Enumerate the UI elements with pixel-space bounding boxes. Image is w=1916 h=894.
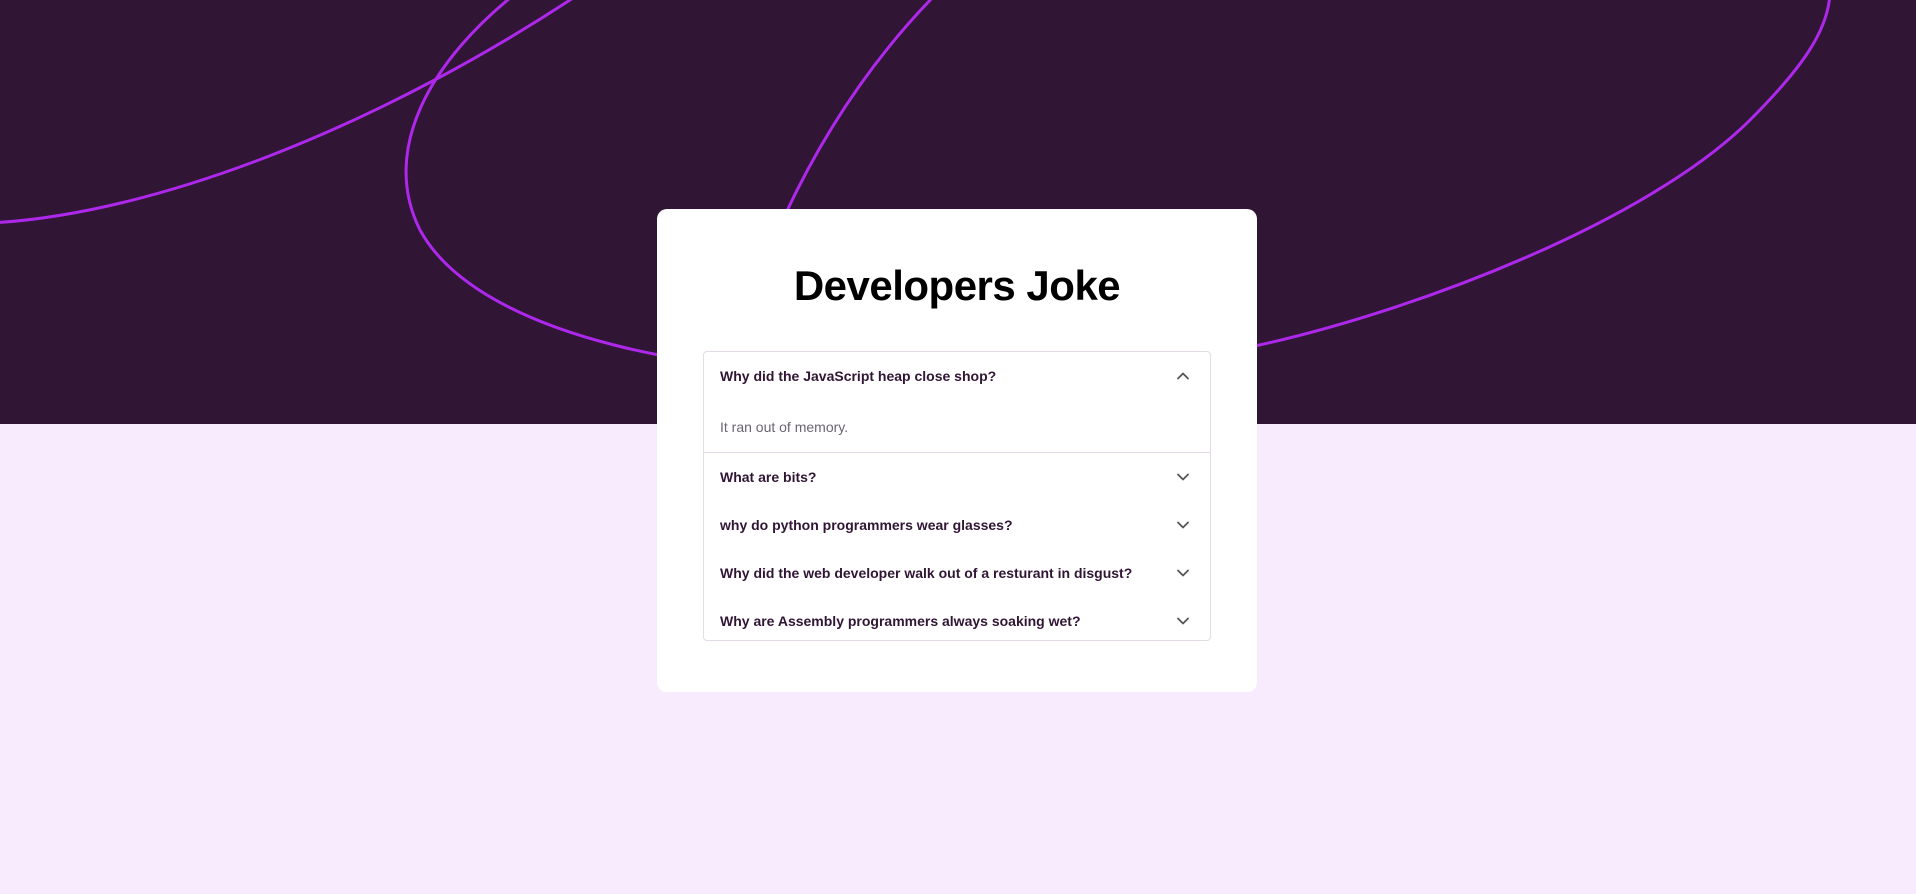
faq-item[interactable]: Why are Assembly programmers always soak… xyxy=(704,597,1210,645)
faq-question[interactable]: Why did the JavaScript heap close shop? xyxy=(720,367,996,385)
faq-question[interactable]: What are bits? xyxy=(720,468,816,486)
faq-accordion: Why did the JavaScript heap close shop? … xyxy=(703,351,1211,641)
chevron-down-icon[interactable] xyxy=(1176,518,1190,532)
chevron-down-icon[interactable] xyxy=(1176,566,1190,580)
faq-answer: It ran out of memory. xyxy=(720,419,849,435)
faq-item[interactable]: What are bits? xyxy=(704,453,1210,501)
page-title: Developers Joke xyxy=(793,262,1121,309)
faq-question[interactable]: why do python programmers wear glasses? xyxy=(720,516,1013,534)
faq-item[interactable]: why do python programmers wear glasses? xyxy=(704,501,1210,549)
chevron-down-icon[interactable] xyxy=(1176,470,1190,484)
faq-question[interactable]: Why did the web developer walk out of a … xyxy=(720,564,1132,582)
faq-item[interactable]: Why did the JavaScript heap close shop? … xyxy=(704,352,1210,453)
page: Developers Joke Why did the JavaScript h… xyxy=(0,0,1916,894)
chevron-up-icon[interactable] xyxy=(1176,369,1190,383)
faq-item[interactable]: Why did the web developer walk out of a … xyxy=(704,549,1210,597)
faq-question[interactable]: Why are Assembly programmers always soak… xyxy=(720,612,1081,630)
faq-card: Developers Joke Why did the JavaScript h… xyxy=(657,209,1257,692)
chevron-down-icon[interactable] xyxy=(1176,614,1190,628)
